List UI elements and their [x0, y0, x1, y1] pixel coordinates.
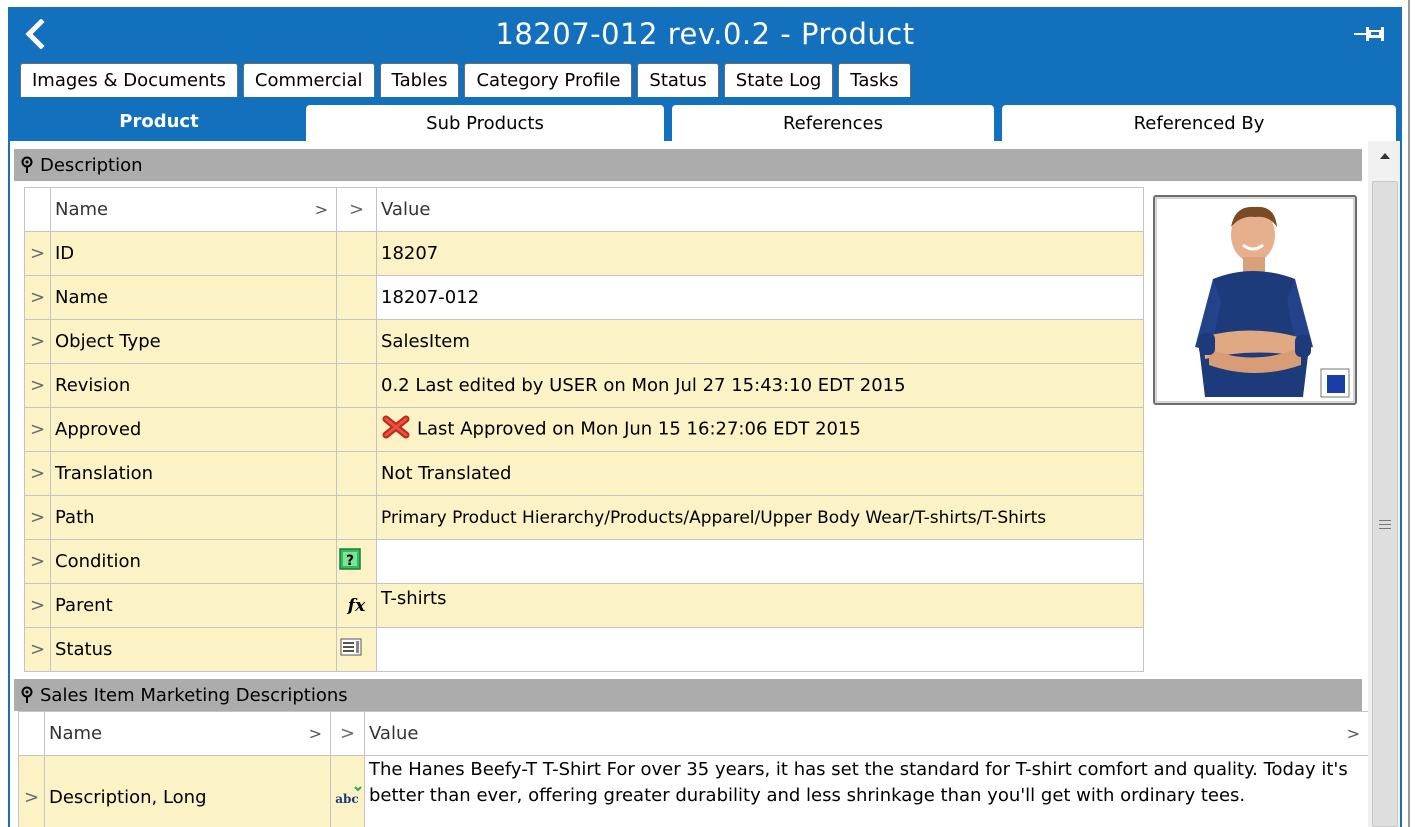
- scroll-thumb[interactable]: [1372, 181, 1398, 827]
- attribute-value[interactable]: The Hanes Beefy-T T-Shirt For over 35 ye…: [364, 755, 1369, 827]
- svg-text:?: ?: [346, 553, 354, 569]
- table-row[interactable]: > Translation Not Translated: [24, 451, 1144, 496]
- tab-images-documents[interactable]: Images & Documents: [20, 63, 238, 97]
- product-window: 18207-012 rev.0.2 - Product Images & Doc…: [8, 7, 1402, 827]
- title-bar: 18207-012 rev.0.2 - Product: [10, 7, 1400, 61]
- abc-text-icon[interactable]: abc: [330, 755, 365, 827]
- row-expand-icon[interactable]: >: [24, 363, 51, 408]
- grip-icon: [1379, 520, 1391, 532]
- tab-tables[interactable]: Tables: [379, 63, 460, 97]
- table-row[interactable]: > ID 18207: [24, 231, 1144, 276]
- attribute-name: Name: [50, 275, 337, 320]
- tab-category-profile[interactable]: Category Profile: [464, 63, 633, 97]
- attribute-name: Object Type: [50, 319, 337, 364]
- attribute-value[interactable]: Last Approved on Mon Jun 15 16:27:06 EDT…: [376, 407, 1144, 452]
- attribute-value[interactable]: Primary Product Hierarchy/Products/Appar…: [376, 495, 1144, 540]
- table-row[interactable]: > Condition ?: [24, 539, 1144, 584]
- table-row[interactable]: > Parent fx T-shirts: [24, 583, 1144, 628]
- section-title: Sales Item Marketing Descriptions: [40, 684, 348, 706]
- marketing-section-header[interactable]: Sales Item Marketing Descriptions: [14, 679, 1362, 711]
- attribute-name: Approved: [50, 407, 337, 452]
- table-row[interactable]: > Path Primary Product Hierarchy/Product…: [24, 495, 1144, 540]
- pin-icon[interactable]: [14, 686, 40, 704]
- attribute-value[interactable]: 0.2 Last edited by USER on Mon Jul 27 15…: [376, 363, 1144, 408]
- primary-tab-strip: Product Sub Products References Referenc…: [10, 97, 1400, 141]
- pin-icon[interactable]: [1352, 23, 1386, 45]
- section-title: Description: [40, 154, 143, 176]
- attribute-name: Translation: [50, 451, 337, 496]
- attribute-name: Description, Long: [44, 755, 331, 827]
- attribute-name: Status: [50, 627, 337, 672]
- question-icon[interactable]: ?: [336, 539, 377, 584]
- tab-sub-products[interactable]: Sub Products: [304, 103, 666, 141]
- product-photo-image: [1195, 206, 1350, 398]
- attribute-value[interactable]: 18207: [376, 231, 1144, 276]
- attribute-value[interactable]: Not Translated: [376, 451, 1144, 496]
- column-header-name[interactable]: Name >: [50, 187, 337, 232]
- attribute-value[interactable]: [376, 627, 1144, 672]
- row-expand-icon[interactable]: >: [24, 539, 51, 584]
- row-expand-icon[interactable]: >: [24, 627, 51, 672]
- window-title: 18207-012 rev.0.2 - Product: [495, 17, 915, 51]
- tab-state-log[interactable]: State Log: [723, 63, 834, 97]
- tab-references[interactable]: References: [670, 103, 996, 141]
- table-header-row: Name > > Value: [24, 187, 1144, 232]
- attribute-value[interactable]: 18207-012: [376, 275, 1144, 320]
- column-header-value[interactable]: Value: [376, 187, 1144, 232]
- row-expand-icon[interactable]: >: [24, 495, 51, 540]
- row-expand-icon[interactable]: >: [24, 407, 51, 452]
- row-expand-icon[interactable]: >: [24, 451, 51, 496]
- row-expand-icon[interactable]: >: [24, 275, 51, 320]
- secondary-tab-strip: Images & Documents Commercial Tables Cat…: [20, 63, 911, 97]
- table-row[interactable]: > Approved Last Approved on Mon Jun 15 1…: [24, 407, 1144, 452]
- description-section-header[interactable]: Description: [14, 149, 1362, 181]
- red-x-icon: [381, 415, 411, 444]
- table-row[interactable]: > Status: [24, 627, 1144, 672]
- product-content: Description Name > > Value > ID 18207 > N…: [10, 141, 1369, 827]
- svg-text:abc: abc: [335, 792, 358, 806]
- tab-status[interactable]: Status: [637, 63, 719, 97]
- column-header-value[interactable]: Value >: [364, 711, 1369, 756]
- description-table: Name > > Value > ID 18207 > Name 18207-01…: [24, 187, 1144, 672]
- row-expand-icon[interactable]: >: [18, 755, 45, 827]
- row-expand-icon[interactable]: >: [24, 231, 51, 276]
- attribute-name: ID: [50, 231, 337, 276]
- attribute-name: Parent: [50, 583, 337, 628]
- attribute-value[interactable]: T-shirts: [376, 583, 1144, 628]
- scroll-up-arrow-icon[interactable]: [1368, 149, 1400, 173]
- row-expand-icon[interactable]: >: [24, 319, 51, 364]
- attribute-value[interactable]: SalesItem: [376, 319, 1144, 364]
- product-image-thumbnail[interactable]: [1153, 195, 1357, 405]
- row-expand-icon[interactable]: >: [24, 583, 51, 628]
- fx-icon[interactable]: fx: [336, 583, 377, 628]
- table-row[interactable]: > Name 18207-012: [24, 275, 1144, 320]
- tab-referenced-by[interactable]: Referenced By: [1000, 103, 1398, 141]
- table-row[interactable]: > Object Type SalesItem: [24, 319, 1144, 364]
- attribute-name: Revision: [50, 363, 337, 408]
- table-row[interactable]: > Revision 0.2 Last edited by USER on Mo…: [24, 363, 1144, 408]
- form-icon[interactable]: [336, 627, 377, 672]
- column-header-chevron[interactable]: >: [330, 711, 365, 756]
- column-header-chevron[interactable]: >: [336, 187, 377, 232]
- tab-product[interactable]: Product: [16, 101, 302, 139]
- marketing-table: Name > > Value > > Description, Long abc T…: [18, 711, 1369, 827]
- attribute-name: Path: [50, 495, 337, 540]
- vertical-scrollbar[interactable]: [1368, 141, 1400, 827]
- table-row[interactable]: > Description, Long abc The Hanes Beefy-…: [18, 755, 1369, 827]
- tab-commercial[interactable]: Commercial: [242, 63, 375, 97]
- column-header-name[interactable]: Name >: [44, 711, 331, 756]
- attribute-name: Condition: [50, 539, 337, 584]
- table-header-row: Name > > Value >: [18, 711, 1369, 756]
- attribute-value[interactable]: [376, 539, 1144, 584]
- pin-icon[interactable]: [14, 156, 40, 174]
- tab-tasks[interactable]: Tasks: [838, 63, 911, 97]
